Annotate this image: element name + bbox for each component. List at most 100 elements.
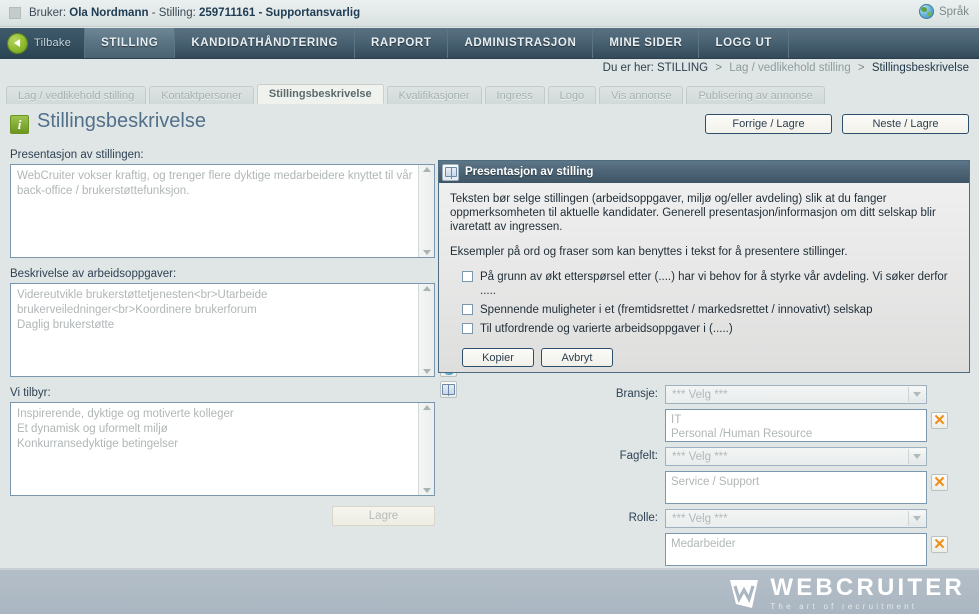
job-title: - Supportansvarlig	[255, 7, 361, 19]
arbeidsoppgaver-textarea[interactable]: Videreutvikle brukerstøttetjenesten<br>U…	[10, 283, 435, 377]
webcruiter-wordmark: WEBCRUITER The art of recruitment	[770, 576, 965, 611]
bransje-value-1: IT	[671, 414, 682, 426]
scroll-down-icon[interactable]	[422, 488, 431, 493]
tab-label: Vis annonse	[611, 89, 672, 102]
bransje-values-row: IT Personal /Human Resource ✕	[600, 409, 955, 445]
bransje-row: Bransje: *** Velg ***	[600, 385, 955, 407]
book-icon	[442, 384, 455, 396]
tab-kontaktpersoner[interactable]: Kontaktpersoner	[149, 86, 254, 104]
user-info-text: Bruker: Ola Nordmann - Stilling: 2597111…	[29, 7, 360, 19]
bransje-selected-list[interactable]: IT Personal /Human Resource	[665, 409, 927, 442]
nav-item-logg-ut[interactable]: LOGG UT	[699, 28, 790, 58]
presentasjon-scrollbar[interactable]	[418, 165, 434, 257]
fagfelt-select[interactable]: *** Velg ***	[665, 447, 927, 466]
vi-tilbyr-textarea[interactable]: Inspirerende, dyktige og motiverte kolle…	[10, 402, 435, 496]
language-label: Språk	[938, 5, 969, 18]
job-id: 259711161	[199, 7, 256, 19]
breadcrumb: Du er her: STILLING > Lag / vedlikehold …	[603, 62, 969, 74]
tab-ingress[interactable]: Ingress	[484, 86, 545, 104]
page-content: i Stillingsbeskrivelse Forrige / Lagre N…	[0, 105, 979, 566]
rolle-selected-value: *** Velg ***	[672, 512, 728, 525]
rolle-values-row: Medarbeider ✕	[600, 533, 955, 569]
bransje-label: Bransje:	[615, 388, 658, 400]
vi-tilbyr-label: Vi tilbyr:	[10, 387, 51, 399]
tab-publisering-av-annonse[interactable]: Publisering av annonse	[686, 86, 825, 104]
globe-icon	[918, 4, 934, 19]
arbeidsoppgaver-label: Beskrivelse av arbeidsoppgaver:	[10, 268, 177, 280]
nav-item-mine-sider[interactable]: MINE SIDER	[593, 28, 700, 58]
page-footer: WEBCRUITER The art of recruitment	[0, 568, 979, 614]
tab-kvalifikasjoner[interactable]: Kvalifikasjoner	[386, 86, 482, 104]
phrase-row: På grunn av økt etterspørsel etter (....…	[450, 270, 958, 298]
phrase-row: Til utfordrende og varierte arbeidsoppga…	[450, 322, 958, 336]
tab-label: Lag / vedlikehold stilling	[18, 89, 135, 102]
breadcrumb-current: Stillingsbeskrivelse	[871, 62, 969, 74]
prev-save-button[interactable]: Forrige / Lagre	[705, 114, 832, 134]
phrase-label-1: På grunn av økt etterspørsel etter (....…	[480, 271, 948, 297]
user-info-bar: Bruker: Ola Nordmann - Stilling: 2597111…	[0, 0, 979, 27]
language-selector[interactable]: Språk	[918, 4, 969, 19]
bransje-value-2: Personal /Human Resource	[671, 428, 813, 440]
user-avatar-placeholder	[9, 7, 21, 19]
rolle-selected-list[interactable]: Medarbeider	[665, 533, 927, 566]
chevron-down-icon[interactable]	[908, 387, 925, 402]
vi-tilbyr-field-wrap: Inspirerende, dyktige og motiverte kolle…	[10, 402, 435, 496]
tab-label: Ingress	[496, 89, 533, 102]
fagfelt-selected-list[interactable]: Service / Support	[665, 471, 927, 504]
classification-form: Bransje: *** Velg *** IT Personal /Human…	[600, 385, 955, 571]
nav-label: STILLING	[101, 37, 159, 49]
job-mid-label: - Stilling:	[148, 7, 199, 19]
info-panel-body: Teksten bør selge stillingen (arbeidsopp…	[439, 183, 969, 367]
scroll-up-icon[interactable]	[422, 405, 431, 410]
nav-label: RAPPORT	[371, 37, 432, 49]
bransje-select[interactable]: *** Velg ***	[665, 385, 927, 404]
book-icon	[442, 163, 459, 181]
breadcrumb-root: Du er her: STILLING	[602, 62, 709, 74]
tab-stillingsbeskrivelse[interactable]: Stillingsbeskrivelse	[256, 84, 384, 104]
phrase-checkbox-3[interactable]	[462, 323, 473, 334]
bransje-selected-value: *** Velg ***	[672, 388, 728, 401]
scroll-up-icon[interactable]	[422, 167, 431, 172]
fagfelt-clear-button[interactable]: ✕	[931, 474, 948, 491]
phrase-library-button[interactable]	[440, 381, 457, 398]
next-save-button[interactable]: Neste / Lagre	[842, 114, 969, 134]
kopier-button[interactable]: Kopier	[462, 348, 534, 367]
phrase-label-2: Spennende muligheter i et (fremtidsrette…	[480, 304, 873, 316]
phrase-checkbox-1[interactable]	[462, 271, 473, 282]
arbeidsoppgaver-scrollbar[interactable]	[418, 284, 434, 376]
presentasjon-label: Presentasjon av stillingen:	[10, 149, 144, 161]
tab-vis-annonse[interactable]: Vis annonse	[599, 86, 684, 104]
nav-item-rapport[interactable]: RAPPORT	[355, 28, 449, 58]
tab-lag-vedlikehold-stilling[interactable]: Lag / vedlikehold stilling	[6, 86, 147, 104]
phrase-checkbox-2[interactable]	[462, 304, 473, 315]
application-window: Bruker: Ola Nordmann - Stilling: 2597111…	[0, 0, 979, 614]
breadcrumb-separator: >	[715, 62, 723, 74]
breadcrumb-link[interactable]: Lag / vedlikehold stilling	[729, 62, 850, 74]
nav-label: MINE SIDER	[609, 37, 683, 49]
info-icon: i	[10, 115, 29, 134]
tab-logo[interactable]: Logo	[547, 86, 597, 104]
presentasjon-info-panel: Presentasjon av stilling Teksten bør sel…	[438, 160, 970, 373]
user-prefix-label: Bruker:	[29, 7, 70, 19]
info-panel-buttons: Kopier Avbryt	[450, 341, 958, 367]
tab-label: Publisering av annonse	[698, 89, 813, 102]
scroll-up-icon[interactable]	[422, 286, 431, 291]
avbryt-button[interactable]: Avbryt	[541, 348, 613, 367]
nav-filler	[789, 28, 979, 58]
chevron-down-icon[interactable]	[908, 511, 925, 526]
scroll-down-icon[interactable]	[422, 250, 431, 255]
scroll-down-icon[interactable]	[422, 369, 431, 374]
nav-item-administrasjon[interactable]: ADMINISTRASJON	[448, 28, 594, 58]
rolle-select[interactable]: *** Velg ***	[665, 509, 927, 528]
arbeidsoppgaver-field-wrap: Videreutvikle brukerstøttetjenesten<br>U…	[10, 283, 435, 377]
back-button[interactable]: Tilbake	[0, 28, 86, 58]
presentasjon-textarea[interactable]: WebCruiter vokser kraftig, og trenger fl…	[10, 164, 435, 258]
tab-bar: Lag / vedlikehold stilling Kontaktperson…	[6, 84, 973, 104]
chevron-down-icon[interactable]	[908, 449, 925, 464]
vi-tilbyr-scrollbar[interactable]	[418, 403, 434, 495]
lagre-button[interactable]: Lagre	[332, 506, 435, 526]
nav-item-kandidathandtering[interactable]: KANDIDATHÅNDTERING	[175, 28, 356, 58]
bransje-clear-button[interactable]: ✕	[931, 412, 948, 429]
nav-item-stilling[interactable]: STILLING	[85, 28, 176, 58]
rolle-clear-button[interactable]: ✕	[931, 536, 948, 553]
